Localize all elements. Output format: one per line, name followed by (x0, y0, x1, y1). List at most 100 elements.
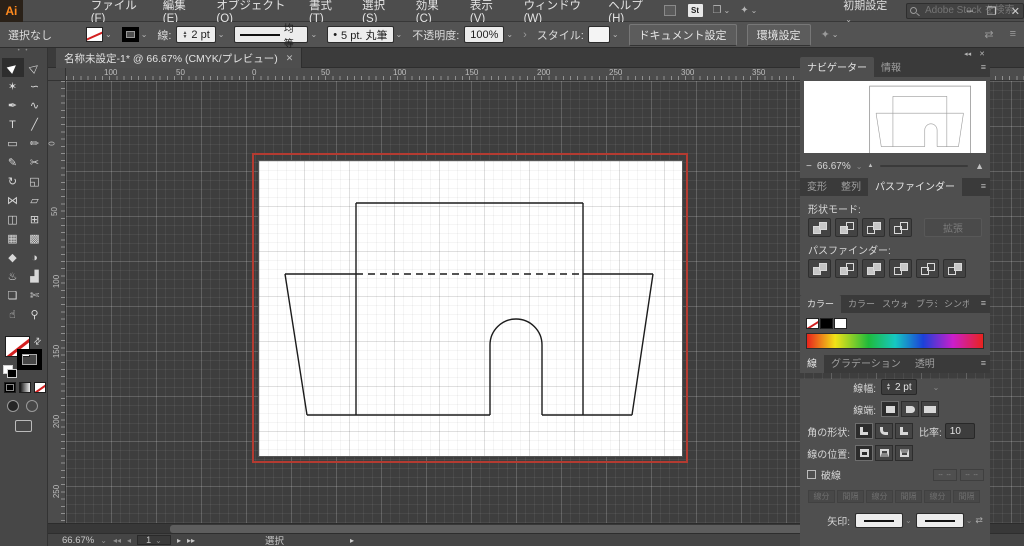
chevron-down-icon[interactable]: ⌄ (310, 30, 317, 39)
opacity-field[interactable]: 100% (464, 26, 504, 43)
magic-wand-tool[interactable]: ✶ (2, 77, 24, 96)
tab-info[interactable]: 情報 (874, 57, 908, 77)
minus-back-button[interactable] (943, 259, 966, 278)
vertical-ruler[interactable]: 0 50 100 150 200 250 (48, 81, 66, 523)
gradient-mode-chip[interactable] (19, 382, 31, 393)
exclude-button[interactable] (889, 218, 912, 237)
arrange-documents-icon[interactable]: ❒ (713, 5, 722, 16)
menu-file[interactable]: ファイル(F) (91, 0, 141, 25)
align-inside-button[interactable] (875, 445, 893, 461)
arrowhead-end-dropdown[interactable] (916, 513, 964, 528)
navigator-zoom-value[interactable]: 66.67% (817, 161, 851, 172)
chevron-down-icon[interactable]: ⌄ (218, 30, 225, 39)
artboard-number-field[interactable]: 1⌄ (137, 535, 171, 545)
status-proxy-arrow-icon[interactable]: ▸ (350, 536, 354, 545)
menu-type[interactable]: 書式(T) (309, 0, 340, 25)
stroke-black-chip[interactable] (820, 318, 833, 329)
butt-cap-button[interactable] (881, 401, 899, 417)
chevron-down-icon[interactable]: ⌄ (905, 516, 912, 525)
outline-button[interactable] (916, 259, 939, 278)
chevron-down-icon[interactable]: ⌄ (612, 30, 619, 39)
round-join-button[interactable] (875, 423, 893, 439)
round-cap-button[interactable] (901, 401, 919, 417)
navigator-preview[interactable] (804, 81, 986, 153)
menu-select[interactable]: 選択(S) (362, 0, 394, 25)
stroke-weight-field[interactable]: ▲▼ 2 pt (176, 26, 215, 43)
scrollbar-thumb[interactable] (170, 525, 820, 533)
fill-none-chip[interactable] (806, 318, 819, 329)
line-segment-tool[interactable]: ╱ (24, 115, 46, 134)
artwork-arch[interactable] (490, 319, 542, 415)
chevron-down-icon[interactable]: ⌄ (396, 30, 403, 39)
perspective-grid-tool[interactable]: ⊞ (24, 210, 46, 229)
stepper-icon[interactable]: ▲▼ (886, 383, 891, 391)
gradient-tool[interactable]: ▩ (24, 229, 46, 248)
swap-fill-stroke-icon[interactable]: ⇄ (31, 335, 44, 348)
paintbrush-tool[interactable]: ✏ (24, 134, 46, 153)
close-dock-icon[interactable]: ✕ (979, 50, 985, 58)
width-profile-dropdown[interactable]: 均等 (234, 26, 308, 43)
restore-button[interactable]: ❐ (987, 5, 997, 18)
panel-menu-icon[interactable]: ≡ (1010, 28, 1016, 41)
panel-menu-icon[interactable]: ≡ (981, 358, 986, 368)
preferences-button[interactable]: 環境設定 (747, 24, 811, 46)
eyedropper-tool[interactable]: ◆ (2, 248, 24, 267)
stroke-swatch[interactable] (122, 27, 139, 42)
chevron-down-icon[interactable]: ⌄ (105, 30, 112, 39)
tab-color-guide[interactable]: カラーガイド (841, 295, 875, 313)
prev-artboard-button[interactable]: ◂ (127, 536, 131, 545)
panel-menu-icon[interactable]: ≡ (981, 298, 986, 308)
panel-grip[interactable]: • • (0, 48, 47, 58)
collapse-dock-icon[interactable]: ◂◂ (964, 50, 971, 58)
first-artboard-button[interactable]: ◂◂ (113, 536, 121, 545)
brush-dropdown[interactable]: • 5 pt. 丸筆 (327, 26, 393, 43)
tab-brushes[interactable]: ブラシ (909, 295, 937, 313)
default-fill-stroke-icon[interactable] (3, 365, 13, 374)
direct-selection-tool[interactable]: ▷ (24, 58, 46, 77)
draw-behind-button[interactable] (26, 400, 38, 412)
menu-view[interactable]: 表示(V) (470, 0, 502, 25)
miter-join-button[interactable] (855, 423, 873, 439)
tab-color[interactable]: カラー (800, 295, 841, 313)
close-tab-icon[interactable]: ✕ (286, 53, 294, 64)
tab-navigator[interactable]: ナビゲーター (800, 57, 874, 77)
tab-transparency[interactable]: 透明 (908, 353, 942, 373)
tab-stroke[interactable]: 線 (800, 353, 824, 373)
chevron-down-icon[interactable]: ⌄ (933, 383, 940, 392)
document-setup-button[interactable]: ドキュメント設定 (629, 24, 737, 46)
type-tool[interactable]: T (2, 115, 24, 134)
hand-tool[interactable]: ☝ (2, 305, 24, 324)
color-mode-chip[interactable] (4, 382, 16, 393)
artwork-rectangle[interactable] (356, 203, 583, 415)
lasso-tool[interactable]: ∽ (24, 77, 46, 96)
stroke-weight-field[interactable]: ▲▼ 2 pt (881, 379, 917, 395)
column-graph-tool[interactable]: ▟ (24, 267, 46, 286)
white-chip[interactable] (834, 318, 847, 329)
projecting-cap-button[interactable] (921, 401, 939, 417)
minus-front-button[interactable] (835, 218, 858, 237)
workspace-switcher[interactable]: 初期設定 ⌄ (843, 0, 892, 25)
tab-swatches[interactable]: スウォッチ (875, 295, 909, 313)
chevron-down-icon[interactable]: ⌄ (100, 536, 107, 545)
minimize-button[interactable]: – (967, 5, 973, 17)
fill-swatch-none[interactable] (86, 27, 103, 42)
shape-builder-tool[interactable]: ◫ (2, 210, 24, 229)
ruler-origin[interactable] (48, 68, 66, 81)
stroke-color-chip[interactable] (17, 349, 42, 370)
stock-icon[interactable]: St (688, 4, 703, 17)
none-mode-chip[interactable] (34, 382, 46, 393)
chevron-down-icon[interactable]: ⌄ (832, 30, 839, 39)
stepper-icon[interactable]: ▲▼ (182, 31, 187, 39)
chevron-down-icon[interactable]: ⌄ (966, 516, 973, 525)
document-tab[interactable]: 名称未設定-1* @ 66.67% (CMYK/プレビュー) ✕ (56, 48, 302, 68)
swap-arrowheads-icon[interactable]: ⇄ (975, 515, 983, 526)
width-tool[interactable]: ⋈ (2, 191, 24, 210)
artwork-trapezoid-solid[interactable] (285, 274, 653, 415)
chevron-down-icon[interactable]: ⌄ (856, 162, 863, 171)
pencil-tool[interactable]: ✎ (2, 153, 24, 172)
tab-pathfinder[interactable]: パスファインダー (868, 176, 962, 196)
zoom-slider[interactable] (880, 165, 968, 167)
align-center-button[interactable] (855, 445, 873, 461)
merge-button[interactable] (862, 259, 885, 278)
menu-edit[interactable]: 編集(E) (163, 0, 195, 25)
